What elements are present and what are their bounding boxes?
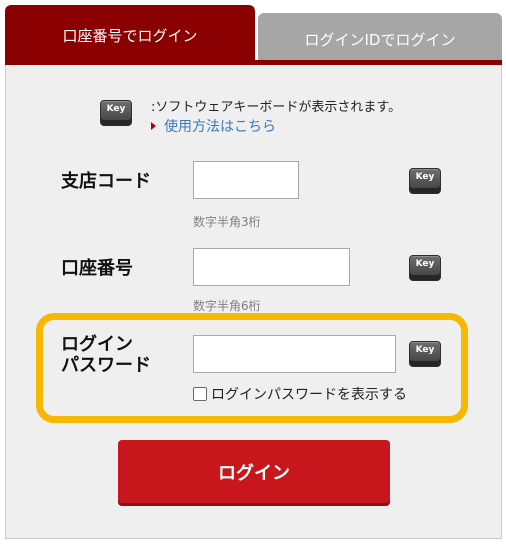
show-password-checkbox[interactable] [193,387,207,401]
branch-code-keyboard-icon[interactable]: Key [409,168,441,194]
account-number-label: 口座番号 [61,258,133,279]
arrow-right-icon [151,122,156,130]
tab-login-id-login-label: ログインIDでログイン [304,30,456,49]
keyboard-notice-text: :ソフトウェアキーボードが表示されます。 [151,100,402,115]
login-password-label-line2: パスワード [61,355,151,376]
branch-code-hint: 数字半角3桁 [193,215,261,229]
show-password-label: ログインパスワードを表示する [211,387,407,403]
tab-account-number-login-label: 口座番号でログイン [62,26,198,45]
account-number-input[interactable] [193,248,350,286]
branch-code-input[interactable] [193,161,299,199]
branch-code-label: 支店コード [61,171,151,192]
keyboard-key-icon: Key [100,100,132,126]
account-number-hint: 数字半角6桁 [193,299,261,313]
login-password-input[interactable] [193,335,396,373]
tab-login-id-login[interactable]: ログインIDでログイン [258,13,502,65]
login-password-keyboard-icon[interactable]: Key [409,341,441,367]
usage-instructions-link-label: 使用方法はこちら [164,119,276,135]
tab-account-number-login[interactable]: 口座番号でログイン [5,5,255,65]
login-button[interactable]: ログイン [118,440,390,503]
login-method-tabs: 口座番号でログイン ログインIDでログイン [5,5,502,65]
login-password-label-line1: ログイン [61,334,133,355]
usage-instructions-link[interactable]: 使用方法はこちら [151,116,276,136]
account-number-keyboard-icon[interactable]: Key [409,255,441,281]
show-password-toggle[interactable]: ログインパスワードを表示する [193,384,407,404]
